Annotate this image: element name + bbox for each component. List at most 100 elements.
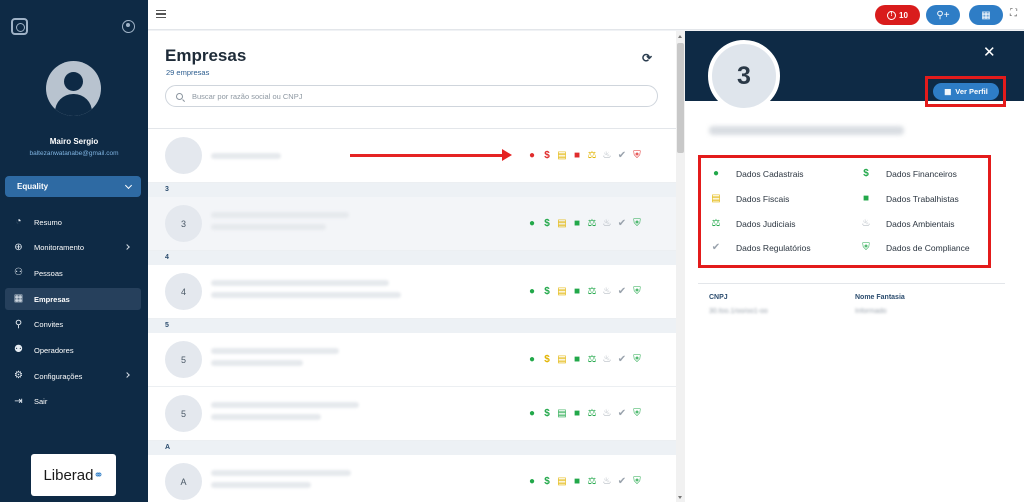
sidebar-item-label: Pessoas (34, 268, 63, 278)
receipt-icon[interactable]: ▤ (556, 354, 568, 366)
dollar-icon[interactable]: $ (541, 476, 553, 488)
check-badge-icon[interactable]: ✔ (616, 150, 628, 162)
user-circle-icon[interactable]: ● (526, 476, 538, 488)
chevron-right-icon (124, 243, 130, 250)
add-company-button[interactable]: ▦ (969, 5, 1003, 25)
list-item[interactable]: A ● $ ▤ ■ ⚖ ♨ ✔ ⛨ (148, 455, 678, 502)
scales-icon[interactable]: ⚖ (586, 218, 598, 230)
check-badge-icon[interactable]: ✔ (616, 476, 628, 488)
category-compliance[interactable]: ⛨ Dados de Compliance (860, 243, 970, 254)
briefcase-icon[interactable]: ■ (571, 476, 583, 488)
category-fiscais[interactable]: ▤ Dados Fiscais (710, 194, 789, 205)
shield-icon[interactable]: ⛨ (631, 354, 643, 366)
receipt-icon[interactable]: ▤ (556, 218, 568, 230)
environment-icon[interactable]: ♨ (601, 408, 613, 420)
category-regulatorios[interactable]: ✔ Dados Regulatórios (710, 243, 811, 254)
category-label: Dados de Compliance (886, 243, 970, 253)
scales-icon[interactable]: ⚖ (586, 354, 598, 366)
sidebar-item-sair[interactable]: ⇥ Sair (5, 391, 141, 413)
sidebar-item-monitoramento[interactable]: ⊕ Monitoramento (5, 237, 141, 259)
fullscreen-icon[interactable]: ⛶ (1010, 9, 1020, 19)
shield-icon[interactable]: ⛨ (631, 286, 643, 298)
environment-icon[interactable]: ♨ (601, 476, 613, 488)
environment-icon[interactable]: ♨ (601, 218, 613, 230)
search-input[interactable] (192, 91, 632, 101)
dollar-icon[interactable]: $ (541, 354, 553, 366)
shield-icon[interactable]: ⛨ (631, 408, 643, 420)
briefcase-icon[interactable]: ■ (571, 218, 583, 230)
sidebar-item-pessoas[interactable]: ⚇ Pessoas (5, 262, 141, 284)
list-item[interactable]: 5 ● $ ▤ ■ ⚖ ♨ ✔ ⛨ (148, 333, 678, 387)
topbar: ! 10 ⚲+ ▦ ⛶ (148, 0, 1024, 30)
list-item[interactable]: 5 ● $ ▤ ■ ⚖ ♨ ✔ ⛨ (148, 387, 678, 441)
sidebar-item-convites[interactable]: ⚲ Convites (5, 314, 141, 336)
environment-icon[interactable]: ♨ (601, 354, 613, 366)
user-circle-icon[interactable]: ● (526, 218, 538, 230)
companies-count: 29 empresas (166, 68, 210, 77)
company-name-redacted (211, 280, 389, 286)
category-trabalhistas[interactable]: ■ Dados Trabalhistas (860, 194, 959, 205)
scan-logo-icon[interactable] (11, 18, 28, 35)
shield-icon[interactable]: ⛨ (631, 476, 643, 488)
user-circle-icon[interactable]: ● (526, 150, 538, 162)
category-label: Dados Ambientais (886, 219, 955, 229)
scales-icon[interactable]: ⚖ (586, 286, 598, 298)
check-badge-icon[interactable]: ✔ (616, 286, 628, 298)
category-financeiros[interactable]: $ Dados Financeiros (860, 169, 957, 180)
check-badge-icon[interactable]: ✔ (616, 218, 628, 230)
scroll-thumb[interactable] (677, 43, 684, 153)
category-status-icons: ● $ ▤ ■ ⚖ ♨ ✔ ⛨ (526, 408, 643, 420)
dollar-icon[interactable]: $ (541, 408, 553, 420)
sidebar-item-configuracoes[interactable]: ⚙ Configurações (5, 365, 141, 387)
sidebar-item-resumo[interactable]: ◔ Resumo (5, 211, 141, 233)
category-ambientais[interactable]: ♨ Dados Ambientais (860, 219, 955, 230)
account-icon[interactable] (122, 20, 135, 33)
environment-icon[interactable]: ♨ (601, 150, 613, 162)
user-circle-icon[interactable]: ● (526, 354, 538, 366)
group-header: A (148, 441, 678, 455)
organization-select[interactable]: Equality (5, 176, 141, 197)
close-icon[interactable]: ✕ (983, 45, 996, 60)
dollar-icon[interactable]: $ (541, 218, 553, 230)
receipt-icon[interactable]: ▤ (556, 286, 568, 298)
check-badge-icon[interactable]: ✔ (616, 354, 628, 366)
menu-icon[interactable] (156, 10, 166, 18)
add-user-button[interactable]: ⚲+ (926, 5, 960, 25)
briefcase-icon[interactable]: ■ (571, 286, 583, 298)
search-field[interactable] (165, 85, 658, 107)
refresh-icon[interactable]: ⟳ (640, 51, 654, 65)
receipt-icon[interactable]: ▤ (556, 150, 568, 162)
environment-icon[interactable]: ♨ (601, 286, 613, 298)
scales-icon[interactable]: ⚖ (586, 150, 598, 162)
view-profile-button[interactable]: ▦ Ver Perfil (933, 83, 999, 100)
dollar-icon[interactable]: $ (541, 286, 553, 298)
sidebar-item-label: Configurações (34, 371, 83, 381)
category-judiciais[interactable]: ⚖ Dados Judiciais (710, 219, 796, 230)
check-badge-icon[interactable]: ✔ (616, 408, 628, 420)
store-icon: ▦ (13, 293, 24, 305)
alerts-button[interactable]: ! 10 (875, 5, 920, 25)
scroll-down-icon[interactable] (678, 496, 682, 499)
sidebar-item-operadores[interactable]: ⚉ Operadores (5, 339, 141, 361)
scales-icon[interactable]: ⚖ (586, 476, 598, 488)
list-item[interactable]: 3 ● $ ▤ ■ ⚖ ♨ ✔ ⛨ (148, 197, 678, 251)
company-avatar: 3 (165, 205, 202, 242)
briefcase-icon[interactable]: ■ (571, 408, 583, 420)
shield-icon[interactable]: ⛨ (631, 218, 643, 230)
briefcase-icon[interactable]: ■ (571, 354, 583, 366)
dollar-icon[interactable]: $ (541, 150, 553, 162)
sidebar-item-empresas[interactable]: ▦ Empresas (5, 288, 141, 311)
scrollbar[interactable] (676, 31, 685, 502)
category-label: Dados Regulatórios (736, 243, 811, 253)
scroll-up-icon[interactable] (678, 35, 682, 38)
scales-icon[interactable]: ⚖ (586, 408, 598, 420)
receipt-icon[interactable]: ▤ (556, 476, 568, 488)
user-circle-icon[interactable]: ● (526, 408, 538, 420)
category-status-icons: ● $ ▤ ■ ⚖ ♨ ✔ ⛨ (526, 150, 643, 162)
briefcase-icon[interactable]: ■ (571, 150, 583, 162)
user-circle-icon[interactable]: ● (526, 286, 538, 298)
shield-icon[interactable]: ⛨ (631, 150, 643, 162)
category-cadastrais[interactable]: ● Dados Cadastrais (710, 169, 804, 180)
list-item[interactable]: 4 ● $ ▤ ■ ⚖ ♨ ✔ ⛨ (148, 265, 678, 319)
receipt-icon[interactable]: ▤ (556, 408, 568, 420)
